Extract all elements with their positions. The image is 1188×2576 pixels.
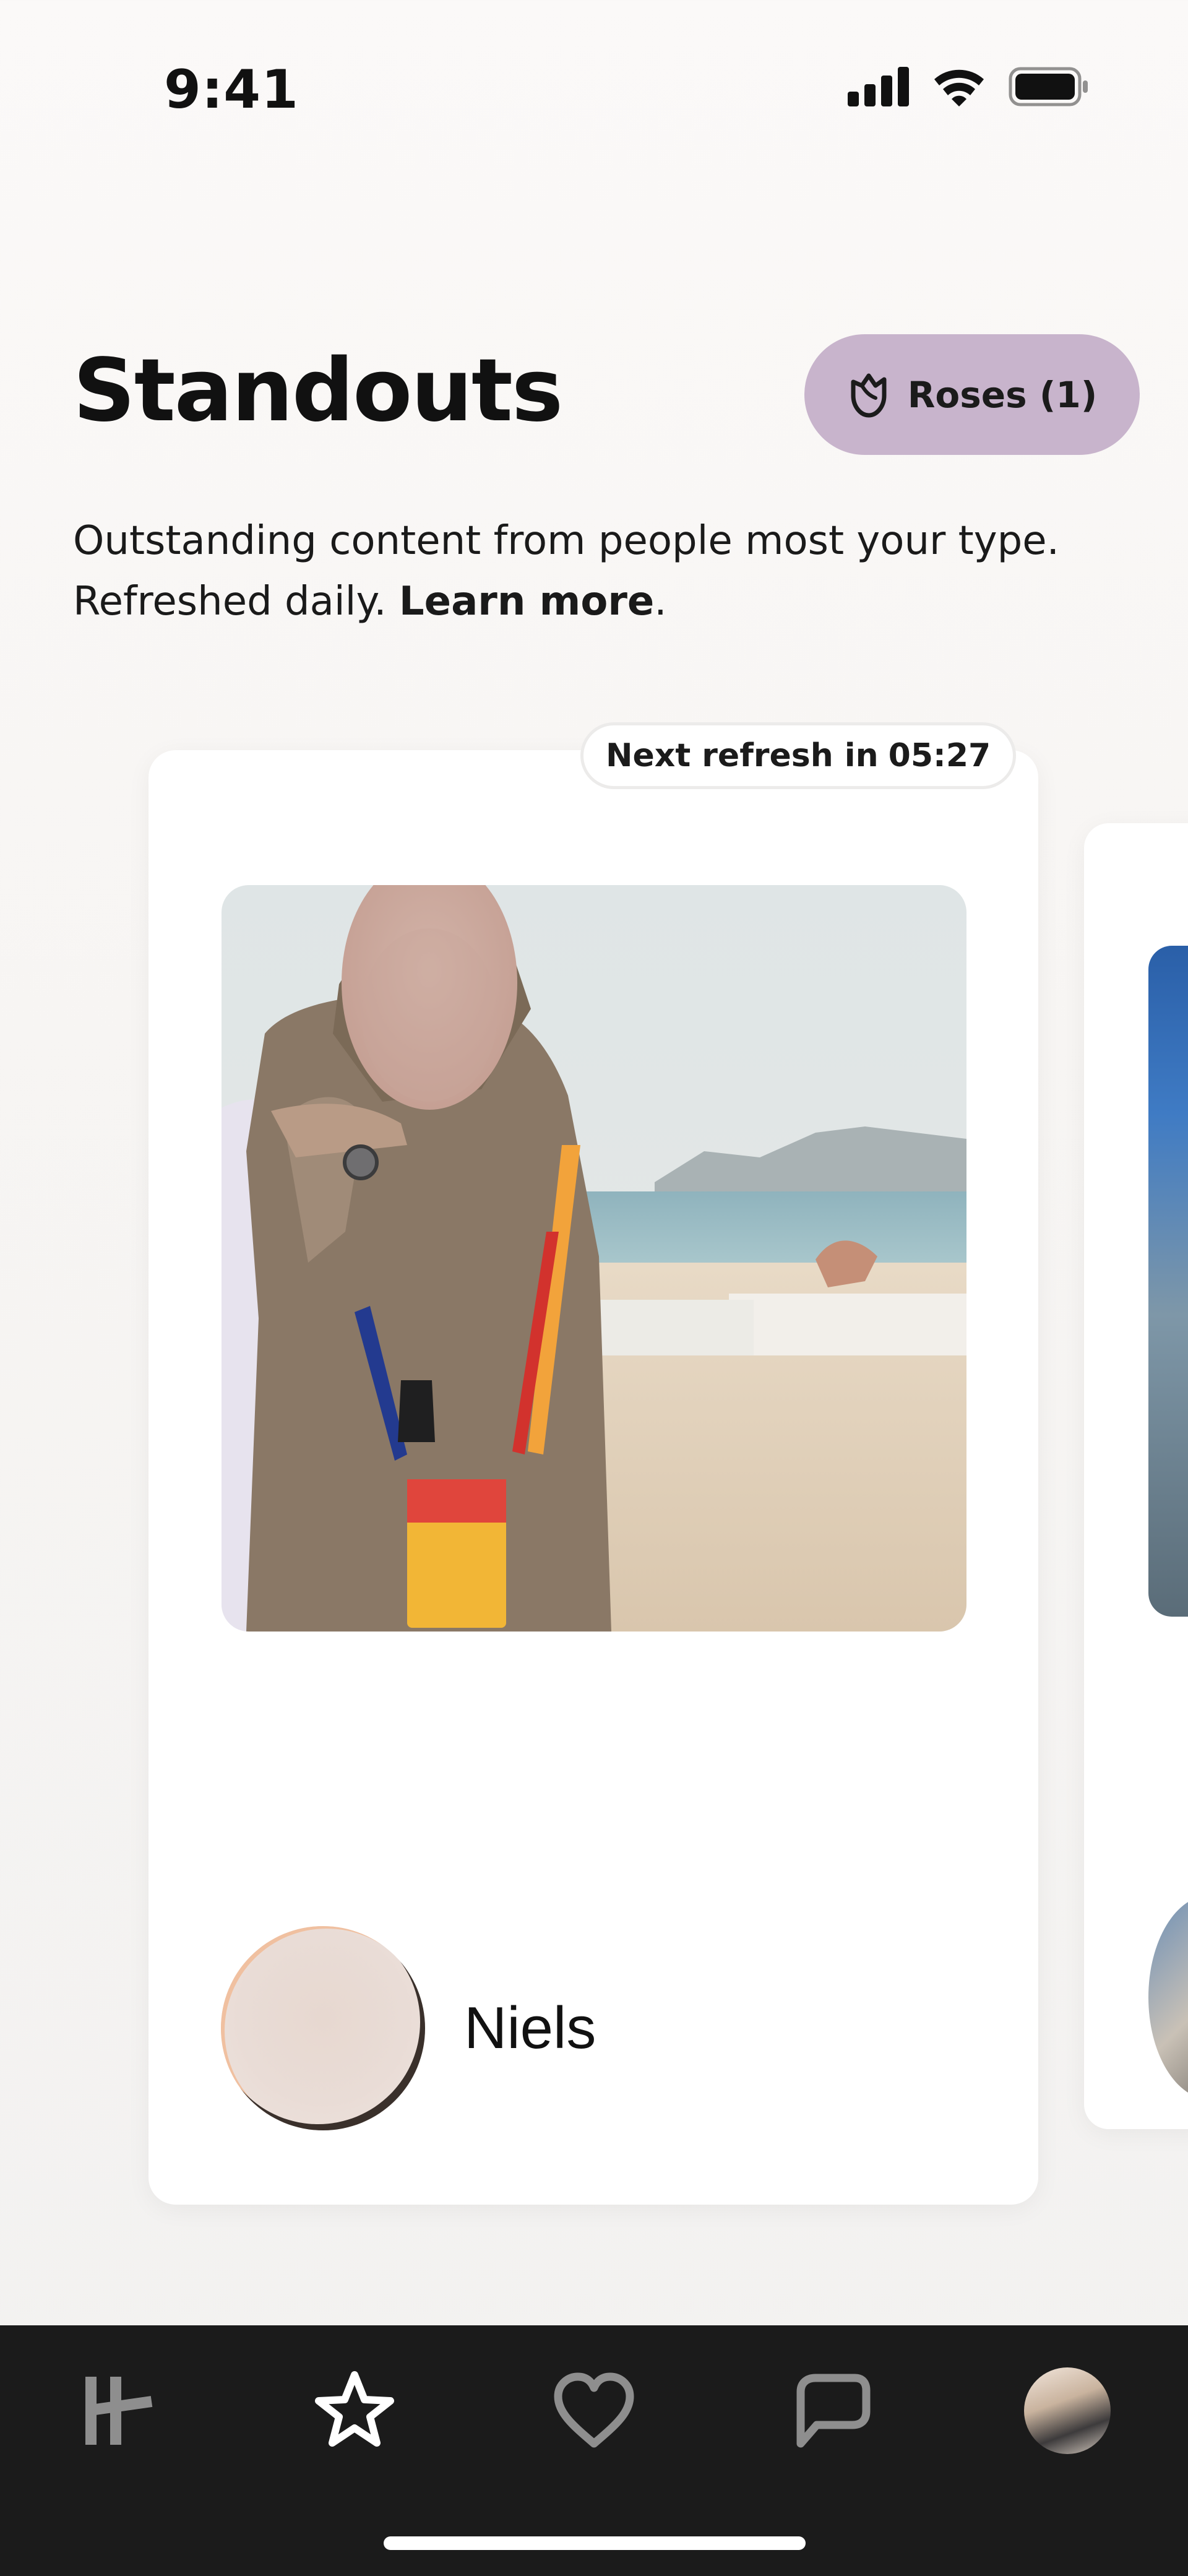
profile-avatar [1024,2367,1111,2454]
standout-photo[interactable] [222,885,966,1632]
refresh-timer-pill: Next refresh in 05:27 [580,722,1017,789]
status-icons [848,67,1089,106]
status-time: 9:41 [164,59,299,121]
profile-avatar-niels[interactable] [221,1926,425,2130]
page-title: Standouts [73,340,563,441]
beach-photo-image [222,885,966,1632]
roses-label: Roses (1) [907,373,1098,416]
profile-name[interactable]: Niels [464,1994,596,2062]
wifi-icon [934,69,984,106]
hinge-logo-icon [85,2377,153,2445]
tab-profile[interactable] [1015,2358,1120,2463]
tab-discover[interactable] [65,2358,170,2463]
heart-icon [554,2372,634,2448]
next-standout-avatar [1148,1895,1188,2099]
refresh-time: 05:27 [888,737,991,774]
refresh-label: Next refresh in [606,737,879,774]
rose-icon [851,373,887,417]
roses-button[interactable]: Roses (1) [804,334,1140,455]
battery-icon [1009,67,1088,106]
tab-matches[interactable] [778,2358,883,2463]
chat-icon [796,2374,871,2448]
learn-more-link[interactable]: Learn more [399,579,654,625]
star-icon [315,2371,394,2447]
next-standout-photo [1148,946,1188,1617]
tab-likes[interactable] [541,2358,647,2463]
subtitle-end: . [654,579,667,625]
signal-icon [848,67,909,106]
tab-standouts[interactable] [302,2358,407,2463]
page-subtitle: Outstanding content from people most you… [73,511,1137,632]
home-indicator [384,2536,806,2550]
next-standout-card[interactable] [1084,823,1188,2129]
